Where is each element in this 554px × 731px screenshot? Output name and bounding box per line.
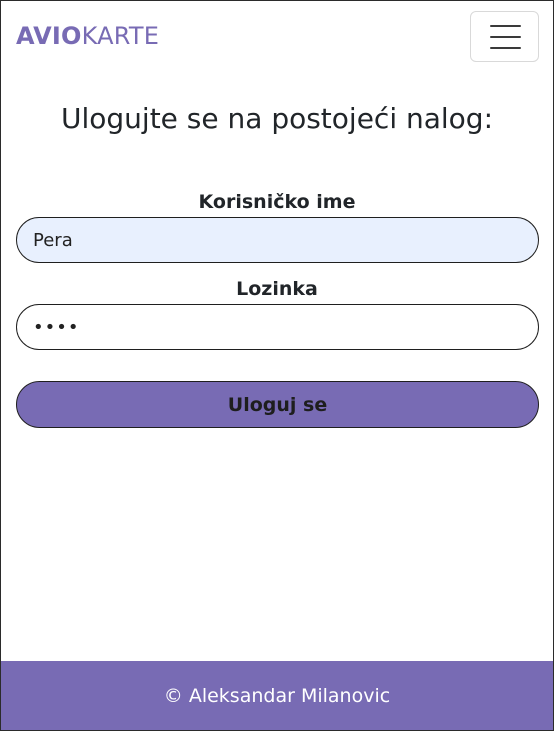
brand-logo-link[interactable]: AVIOKARTE [16,21,159,51]
footer-copyright: © Aleksandar Milanovic [163,685,391,707]
hamburger-bar-top [490,25,521,27]
password-label: Lozinka [236,278,318,300]
navbar: AVIOKARTE [1,1,553,73]
username-input[interactable] [16,217,539,263]
password-input[interactable] [16,304,539,350]
hamburger-bar-middle [490,36,521,38]
login-submit-button[interactable]: Uloguj se [16,381,539,428]
hamburger-bar-bottom [490,47,521,49]
app-frame: AVIOKARTE Ulogujte se na postojeći nalog… [0,0,554,731]
brand-part-avio: AVIO [16,22,82,50]
login-heading: Ulogujte se na postojeći nalog: [60,102,494,135]
footer: © Aleksandar Milanovic [1,661,553,730]
username-label: Korisničko ime [198,191,356,213]
brand-part-karte: KARTE [81,22,160,50]
navbar-toggle-button[interactable] [470,11,539,62]
